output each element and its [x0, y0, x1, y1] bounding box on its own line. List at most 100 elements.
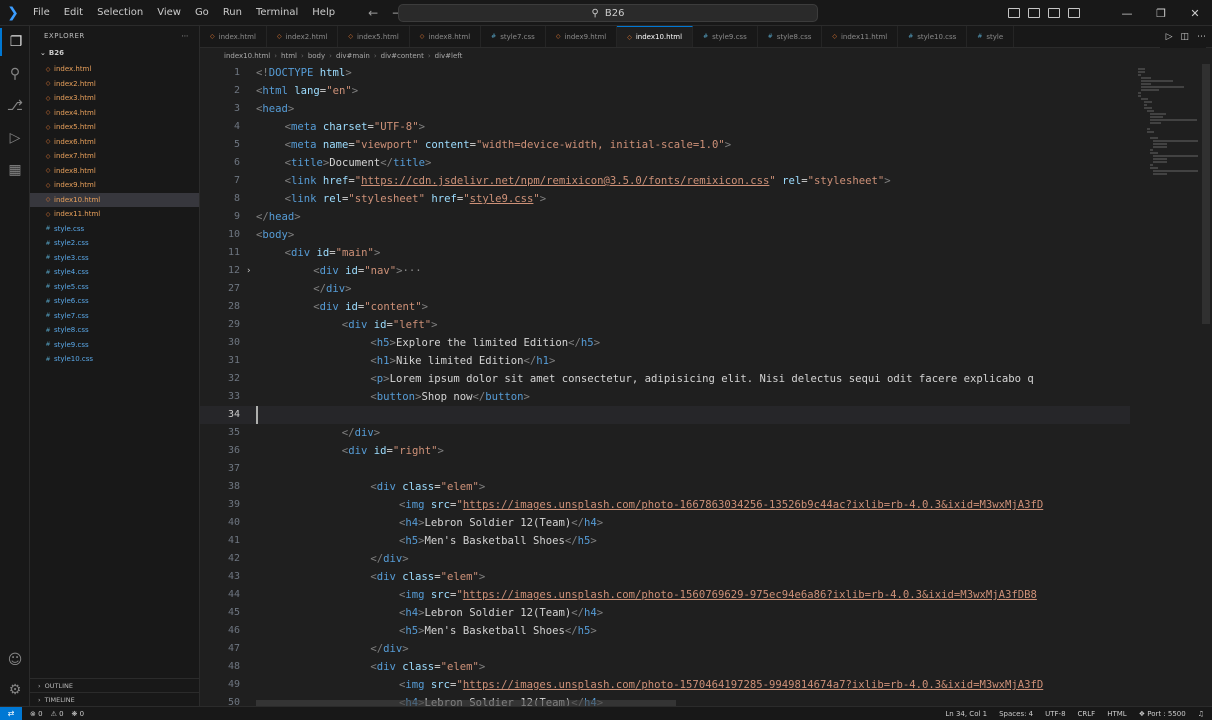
- file-item[interactable]: ◇ index2.html: [30, 77, 199, 92]
- tab-label: index2.html: [285, 32, 328, 41]
- notifications-bell-icon[interactable]: ♫: [1198, 710, 1204, 718]
- menu-item-help[interactable]: Help: [305, 7, 342, 18]
- code-token: head: [268, 211, 295, 223]
- more-actions-icon[interactable]: ⋯: [182, 32, 190, 40]
- menu-item-edit[interactable]: Edit: [57, 7, 90, 18]
- file-item[interactable]: # style5.css: [30, 280, 199, 295]
- menu-item-run[interactable]: Run: [216, 7, 249, 18]
- code-line: 40 <h4>Lebron Soldier 12(Team)</h4>: [200, 514, 1130, 532]
- indentation[interactable]: Spaces: 4: [999, 710, 1033, 718]
- code-text: <div class="elem">: [370, 478, 485, 496]
- command-center-search[interactable]: ⚲ B26: [398, 4, 818, 22]
- file-item[interactable]: ◇ index9.html: [30, 178, 199, 193]
- editor-tab[interactable]: ◇ index5.html: [338, 26, 410, 47]
- extensions-icon[interactable]: ▦: [0, 156, 30, 184]
- editor-tab[interactable]: ◇ index8.html: [410, 26, 482, 47]
- editor-tab[interactable]: ◇ index10.html: [617, 26, 694, 47]
- split-editor-icon[interactable]: ◫: [1180, 32, 1189, 42]
- file-item[interactable]: ◇ index6.html: [30, 135, 199, 150]
- breadcrumb-item[interactable]: div#left: [435, 52, 463, 60]
- file-item[interactable]: ◇ index3.html: [30, 91, 199, 106]
- file-item[interactable]: ◇ index5.html: [30, 120, 199, 135]
- menu-item-file[interactable]: File: [26, 7, 57, 18]
- breadcrumb-item[interactable]: div#content: [381, 52, 424, 60]
- errors-status[interactable]: ⊗ 0: [30, 710, 43, 718]
- run-debug-icon[interactable]: ▷: [0, 124, 30, 152]
- toggle-secondary-sidebar-icon[interactable]: [1048, 8, 1060, 18]
- explorer-icon[interactable]: ❐: [0, 28, 30, 56]
- maximize-icon[interactable]: ❐: [1144, 7, 1178, 20]
- editor-tab[interactable]: # style7.css: [481, 26, 546, 47]
- menu-item-view[interactable]: View: [150, 7, 188, 18]
- vertical-scrollbar[interactable]: [1202, 64, 1210, 324]
- css-file-icon: #: [977, 33, 983, 40]
- live-server-port[interactable]: ❖ Port : 5500: [1139, 710, 1186, 718]
- fold-chevron-icon[interactable]: ›: [246, 262, 251, 280]
- editor-tab[interactable]: # style10.css: [898, 26, 968, 47]
- file-item[interactable]: # style10.css: [30, 352, 199, 367]
- more-actions-icon[interactable]: ⋯: [1197, 32, 1206, 42]
- settings-gear-icon[interactable]: ⚙: [0, 676, 30, 704]
- editor-tab[interactable]: ◇ index2.html: [267, 26, 339, 47]
- line-number: 29: [227, 319, 240, 330]
- toggle-panel-icon[interactable]: [1028, 8, 1040, 18]
- run-icon[interactable]: ▷: [1166, 32, 1173, 42]
- encoding[interactable]: UTF-8: [1045, 710, 1065, 718]
- file-item[interactable]: # style3.css: [30, 251, 199, 266]
- editor-tab[interactable]: # style: [967, 26, 1015, 47]
- file-item[interactable]: # style7.css: [30, 309, 199, 324]
- breadcrumb-item[interactable]: body: [308, 52, 325, 60]
- code-token: id: [367, 445, 387, 457]
- close-icon[interactable]: ✕: [1178, 7, 1212, 20]
- file-item[interactable]: # style4.css: [30, 265, 199, 280]
- file-item[interactable]: # style9.css: [30, 338, 199, 353]
- breadcrumb-item[interactable]: div#main: [336, 52, 370, 60]
- cursor-position[interactable]: Ln 34, Col 1: [945, 710, 987, 718]
- editor-tab[interactable]: ◇ index.html: [200, 26, 267, 47]
- code-line: 31 <h1>Nike limited Edition</h1>: [200, 352, 1130, 370]
- file-item[interactable]: ◇ index4.html: [30, 106, 199, 121]
- customize-layout-icon[interactable]: [1068, 8, 1080, 18]
- file-item[interactable]: ◇ index11.html: [30, 207, 199, 222]
- file-item[interactable]: # style.css: [30, 222, 199, 237]
- line-number: 46: [227, 625, 240, 636]
- file-item[interactable]: # style8.css: [30, 323, 199, 338]
- editor-tab[interactable]: ◇ index9.html: [546, 26, 618, 47]
- editor-tab[interactable]: # style9.css: [693, 26, 758, 47]
- editor-tab[interactable]: ◇ index11.html: [822, 26, 899, 47]
- code-text: <link rel="stylesheet" href="style9.css"…: [285, 190, 547, 208]
- editor-tab[interactable]: # style8.css: [758, 26, 823, 47]
- language-mode[interactable]: HTML: [1107, 710, 1126, 718]
- folder-b26[interactable]: ⌄ B26: [30, 46, 199, 60]
- remote-indicator-icon[interactable]: ⇄: [0, 706, 22, 720]
- outline-section[interactable]: › OUTLINE: [30, 678, 200, 692]
- line-number: 3: [233, 103, 240, 114]
- code-editor[interactable]: 1 <!DOCTYPE html> 2 <html lang="en"> 3 <head>…: [200, 64, 1212, 706]
- end-of-line[interactable]: CRLF: [1078, 710, 1096, 718]
- menu-item-selection[interactable]: Selection: [90, 7, 150, 18]
- breadcrumb-item[interactable]: html: [281, 52, 297, 60]
- toggle-primary-sidebar-icon[interactable]: [1008, 8, 1020, 18]
- menu-item-terminal[interactable]: Terminal: [249, 7, 305, 18]
- file-item[interactable]: ◇ index10.html: [30, 192, 199, 207]
- timeline-section[interactable]: › TIMELINE: [30, 692, 200, 706]
- menu-item-go[interactable]: Go: [188, 7, 216, 18]
- minimize-icon[interactable]: —: [1110, 7, 1144, 20]
- breadcrumb-item[interactable]: index10.html: [224, 52, 270, 60]
- code-token: Nike limited Edition: [395, 355, 524, 367]
- file-item[interactable]: # style6.css: [30, 294, 199, 309]
- file-item[interactable]: ◇ index8.html: [30, 164, 199, 179]
- file-item[interactable]: ◇ index.html: [30, 62, 199, 77]
- warnings-status[interactable]: ⚠ 0: [51, 710, 64, 718]
- html-file-icon: ◇: [555, 33, 561, 40]
- ports-status[interactable]: ❋ 0: [72, 710, 85, 718]
- minimap[interactable]: [1132, 64, 1199, 706]
- account-icon[interactable]: ☺: [0, 646, 30, 674]
- search-icon[interactable]: ⚲: [0, 60, 30, 88]
- code-token: >: [345, 67, 352, 79]
- file-item[interactable]: # style2.css: [30, 236, 199, 251]
- file-item[interactable]: ◇ index7.html: [30, 149, 199, 164]
- code-text: <img src="https://images.unsplash.com/ph…: [399, 496, 1043, 514]
- source-control-icon[interactable]: ⎇: [0, 92, 30, 120]
- back-arrow-icon[interactable]: ←: [368, 6, 378, 20]
